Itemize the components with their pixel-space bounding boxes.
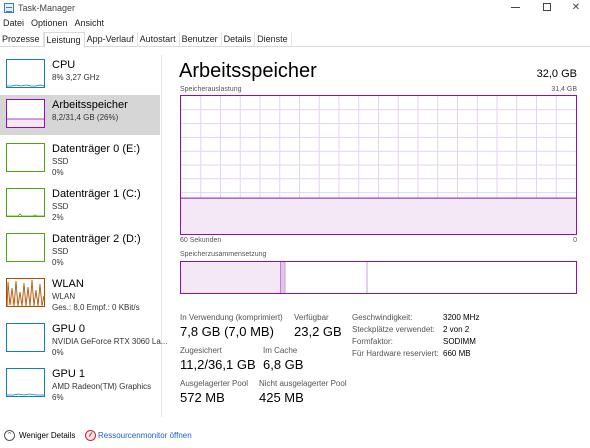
nonpaged-pool-value: 425 MB [259, 390, 304, 405]
sidebar-disk-1-name: Datenträger 1 (C:) [52, 188, 141, 200]
in-use-value: 7,8 GB (7,0 MB) [180, 324, 274, 339]
hardware-reserved-label: Für Hardware reserviert: [352, 349, 439, 358]
form-factor-value: SODIMM [443, 337, 476, 346]
tab-autostart[interactable]: Autostart [138, 32, 180, 47]
graph-time-axis-start: 60 Sekunden [180, 237, 222, 244]
menu-ansicht[interactable]: Ansicht [72, 16, 109, 31]
sidebar-gpu-0-name: GPU 0 [52, 323, 86, 335]
minimize-icon [510, 6, 520, 8]
disk-2-thumbnail-graph [6, 233, 45, 262]
chevron-up-icon[interactable]: ⌃ [4, 430, 15, 441]
sidebar-item-memory[interactable]: Arbeitsspeicher 8,2/31,4 GB (26%) [0, 95, 160, 135]
tab-leistung[interactable]: Leistung [43, 32, 85, 48]
sidebar-item-disk-1[interactable]: Datenträger 1 (C:) SSD 2% [0, 184, 160, 224]
title-bar: Task-Manager ✕ [0, 0, 590, 16]
paged-pool-value: 572 MB [180, 390, 225, 405]
memory-thumbnail-graph [6, 99, 45, 128]
close-button[interactable]: ✕ [561, 0, 590, 16]
minimize-button[interactable] [500, 0, 530, 16]
sidebar-disk-0-usage: 0% [52, 168, 64, 177]
usage-max-label: 31,4 GB [551, 86, 577, 93]
tab-bar: Prozesse Leistung App-Verlauf Autostart … [0, 32, 590, 48]
sidebar-item-cpu[interactable]: CPU 8% 3,27 GHz [0, 55, 160, 95]
committed-value: 11,2/36,1 GB [180, 357, 256, 372]
sidebar-gpu-0-usage: 0% [52, 348, 64, 357]
resource-monitor-icon[interactable] [85, 430, 96, 441]
slots-value: 2 von 2 [443, 325, 470, 334]
footer-bar: ⌃ Weniger Details Ressourcenmonitor öffn… [0, 426, 590, 446]
cpu-thumbnail-graph [6, 59, 45, 88]
window-title: Task-Manager [18, 3, 76, 13]
cached-label: Im Cache [263, 346, 298, 355]
memory-usage-area [181, 198, 576, 234]
sidebar-memory-detail: 8,2/31,4 GB (26%) [52, 113, 119, 122]
wlan-thumbnail-graph [6, 278, 45, 307]
available-label: Verfügbar [294, 313, 329, 322]
disk-1-thumbnail-graph [6, 188, 45, 217]
available-value: 23,2 GB [294, 324, 342, 339]
form-factor-label: Formfaktor: [352, 337, 393, 346]
task-manager-icon [4, 3, 14, 13]
sidebar-item-disk-0[interactable]: Datenträger 0 (E:) SSD 0% [0, 139, 160, 179]
committed-label: Zugesichert [180, 346, 222, 355]
tab-app-verlauf[interactable]: App-Verlauf [85, 32, 138, 47]
tab-dienste[interactable]: Dienste [255, 32, 292, 47]
fewer-details-link[interactable]: Weniger Details [19, 431, 75, 440]
sidebar-wlan-name: WLAN [52, 278, 84, 290]
sidebar-item-gpu-1[interactable]: GPU 1 AMD Radeon(TM) Graphics 6% [0, 364, 160, 404]
composition-modified [281, 262, 285, 293]
sidebar-cpu-name: CPU [52, 59, 76, 71]
sidebar-disk-2-usage: 0% [52, 258, 64, 267]
disk-0-thumbnail-graph [6, 143, 45, 172]
maximize-button[interactable] [532, 0, 562, 16]
sidebar-memory-name: Arbeitsspeicher [52, 99, 128, 111]
sidebar-disk-0-name: Datenträger 0 (E:) [52, 143, 141, 155]
sidebar-disk-1-type: SSD [52, 202, 69, 211]
menu-bar: Datei Optionen Ansicht [0, 16, 108, 31]
memory-composition-bar [180, 261, 577, 294]
performance-sidebar: CPU 8% 3,27 GHz Arbeitsspeicher 8,2/31,4… [0, 55, 167, 417]
sidebar-gpu-1-name: GPU 1 [52, 368, 86, 380]
sidebar-item-wlan[interactable]: WLAN WLAN Ges.: 8,0 Empf.: 0 KBit/s [0, 274, 160, 314]
sidebar-disk-1-usage: 2% [52, 213, 64, 222]
sidebar-item-disk-2[interactable]: Datenträger 2 (D:) SSD 0% [0, 229, 160, 269]
paged-pool-label: Ausgelagerter Pool [180, 379, 249, 388]
sidebar-disk-0-type: SSD [52, 157, 69, 166]
sidebar-wlan-throughput: Ges.: 8,0 Empf.: 0 KBit/s [52, 303, 140, 312]
open-resource-monitor-link[interactable]: Ressourcenmonitor öffnen [98, 431, 192, 440]
gpu-1-thumbnail-graph [6, 368, 45, 397]
slots-label: Steckplätze verwendet: [352, 325, 435, 334]
close-icon: ✕ [571, 2, 581, 13]
composition-caption: Speicherzusammensetzung [180, 251, 267, 258]
sidebar-cpu-detail: 8% 3,27 GHz [52, 73, 100, 82]
page-title: Arbeitsspeicher [179, 60, 317, 82]
sidebar-item-gpu-0[interactable]: GPU 0 NVIDIA GeForce RTX 3060 La... 0% [0, 319, 167, 359]
task-manager-window: Task-Manager ✕ Datei Optionen Ansicht Pr… [0, 0, 590, 448]
in-use-label: In Verwendung (komprimiert) [180, 313, 283, 322]
memory-total: 32,0 GB [536, 68, 577, 80]
memory-usage-graph [180, 95, 577, 235]
speed-label: Geschwindigkeit: [352, 313, 413, 322]
hardware-reserved-value: 660 MB [443, 349, 471, 358]
tab-benutzer[interactable]: Benutzer [180, 32, 222, 47]
menu-optionen[interactable]: Optionen [28, 16, 72, 31]
menu-datei[interactable]: Datei [0, 16, 28, 31]
sidebar-disk-2-type: SSD [52, 247, 69, 256]
usage-caption: Speicherauslastung [180, 86, 242, 93]
composition-in-use [181, 262, 281, 293]
tab-details[interactable]: Details [222, 32, 256, 47]
sidebar-gpu-1-usage: 6% [52, 393, 64, 402]
cached-value: 6,8 GB [263, 357, 304, 372]
sidebar-gpu-1-model: AMD Radeon(TM) Graphics [52, 382, 152, 391]
sidebar-gpu-0-model: NVIDIA GeForce RTX 3060 La... [52, 337, 168, 346]
graph-time-axis-end: 0 [573, 237, 577, 244]
sidebar-wlan-type: WLAN [52, 292, 76, 301]
gpu-0-thumbnail-graph [6, 323, 45, 352]
speed-value: 3200 MHz [443, 313, 480, 322]
tab-prozesse[interactable]: Prozesse [0, 32, 44, 47]
nonpaged-pool-label: Nicht ausgelagerter Pool [259, 379, 347, 388]
maximize-icon [543, 3, 551, 12]
sidebar-disk-2-name: Datenträger 2 (D:) [52, 233, 141, 245]
